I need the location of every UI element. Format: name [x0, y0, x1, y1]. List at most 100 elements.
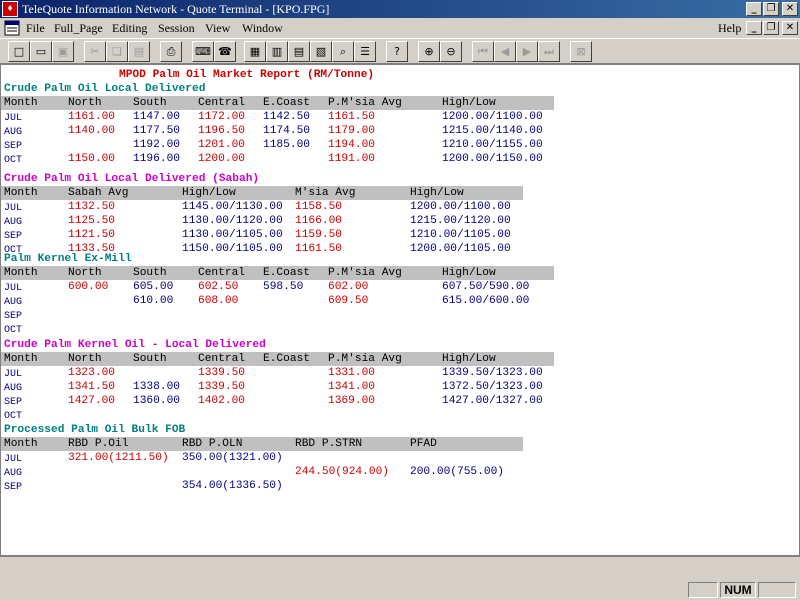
column-header: Month: [4, 97, 38, 109]
menu-full-page[interactable]: Full_Page: [54, 21, 103, 36]
section-title: Crude Palm Oil Local Delivered (Sabah): [4, 173, 260, 185]
row-month: AUG: [4, 468, 23, 479]
list-icon[interactable]: ☰: [354, 41, 376, 62]
table-cell: 1200.00: [198, 153, 245, 165]
section-title: Crude Palm Kernel Oil - Local Delivered: [4, 339, 266, 351]
table-cell: 1331.00: [328, 367, 375, 379]
next-page-icon[interactable]: ▶: [516, 41, 538, 62]
app-icon[interactable]: ♦: [2, 1, 18, 17]
table-cell: 602.00: [328, 281, 369, 293]
column-header: High/Low: [182, 187, 236, 199]
window-title: TeleQuote Information Network - Quote Te…: [22, 2, 330, 16]
column-header: North: [68, 353, 102, 365]
last-page-icon[interactable]: ⏭: [538, 41, 560, 62]
chart-icon[interactable]: ▥: [266, 41, 288, 62]
menu-file[interactable]: File: [26, 21, 45, 36]
column-header: High/Low: [410, 187, 464, 199]
table-cell: 1200.00/1150.00: [442, 153, 543, 165]
table-cell: 1177.50: [133, 125, 180, 137]
save-icon[interactable]: ▣: [52, 41, 74, 62]
mdi-close-button[interactable]: ✕: [782, 21, 798, 35]
row-month: JUL: [4, 283, 23, 294]
column-header: Central: [198, 267, 245, 279]
table-cell: 1140.00: [68, 125, 115, 137]
paste-icon[interactable]: ▤: [128, 41, 150, 62]
book-icon[interactable]: ▤: [288, 41, 310, 62]
status-panel: [0, 556, 800, 580]
table-cell: 1130.00/1105.00: [182, 229, 283, 241]
column-header: Month: [4, 353, 38, 365]
column-header: Month: [4, 187, 38, 199]
table-cell: 1339.50: [198, 381, 245, 393]
table-cell: 1166.00: [295, 215, 342, 227]
row-month: SEP: [4, 231, 23, 242]
table-cell: 1159.50: [295, 229, 342, 241]
help-icon[interactable]: ?: [386, 41, 408, 62]
menu-window[interactable]: Window: [242, 21, 283, 36]
table-cell: 1192.00: [133, 139, 180, 151]
search-icon[interactable]: ⌕: [332, 41, 354, 62]
table-cell: 200.00(755.00): [410, 466, 504, 478]
row-month: OCT: [4, 411, 23, 422]
print-icon[interactable]: ⎙: [160, 41, 182, 62]
column-header: RBD P.OLN: [182, 438, 243, 450]
table-cell: 1125.50: [68, 215, 115, 227]
table-cell: 1215.00/1140.00: [442, 125, 543, 137]
table-cell: 1196.00: [133, 153, 180, 165]
table-cell: 1360.00: [133, 395, 180, 407]
close-button[interactable]: ✕: [782, 2, 798, 16]
restore-button[interactable]: ❐: [763, 2, 779, 16]
table-cell: 615.00/600.00: [442, 295, 530, 307]
table-cell: 1339.50/1323.00: [442, 367, 543, 379]
table-cell: 1158.50: [295, 201, 342, 213]
live-icon[interactable]: ▧: [310, 41, 332, 62]
toolbar: □ ▭ ▣ ✂ ❏ ▤ ⎙ ⌨ ☎ ▦ ▥ ▤ ▧ ⌕ ☰ ? ⊕ ⊖ ⏮ ◀ …: [0, 38, 800, 64]
table-cell: 1201.00: [198, 139, 245, 151]
mdi-minimize-button[interactable]: _: [746, 21, 762, 35]
column-header: E.Coast: [263, 267, 310, 279]
table-cell: 1174.50: [263, 125, 310, 137]
open-folder-icon[interactable]: ▭: [30, 41, 52, 62]
zoom-out-icon[interactable]: ⊖: [440, 41, 462, 62]
column-header: E.Coast: [263, 353, 310, 365]
column-header: PFAD: [410, 438, 437, 450]
table-cell: 1427.00/1327.00: [442, 395, 543, 407]
table-cell: 321.00(1211.50): [68, 452, 169, 464]
row-month: JUL: [4, 203, 23, 214]
table-cell: 1369.00: [328, 395, 375, 407]
phone-icon[interactable]: ☎: [214, 41, 236, 62]
section-title: Processed Palm Oil Bulk FOB: [4, 424, 186, 436]
row-month: SEP: [4, 482, 23, 493]
menu-session[interactable]: Session: [158, 21, 195, 36]
close-page-icon[interactable]: ⊠: [570, 41, 592, 62]
table-cell: 1194.00: [328, 139, 375, 151]
column-header: RBD P.STRN: [295, 438, 363, 450]
document-icon[interactable]: [4, 20, 20, 36]
table-cell: 1200.00/1105.00: [410, 243, 511, 255]
table-cell: 1161.00: [68, 111, 115, 123]
report-area: MPOD Palm Oil Market Report (RM/Tonne) C…: [0, 64, 800, 556]
table-cell: 1402.00: [198, 395, 245, 407]
menu-editing[interactable]: Editing: [112, 21, 147, 36]
zoom-in-icon[interactable]: ⊕: [418, 41, 440, 62]
menu-view[interactable]: View: [205, 21, 230, 36]
keyboard-icon[interactable]: ⌨: [192, 41, 214, 62]
table-cell: 1191.00: [328, 153, 375, 165]
first-page-icon[interactable]: ⏮: [472, 41, 494, 62]
minimize-button[interactable]: _: [746, 2, 762, 16]
column-header: RBD P.Oil: [68, 438, 129, 450]
new-icon[interactable]: □: [8, 41, 30, 62]
previous-page-icon[interactable]: ◀: [494, 41, 516, 62]
column-header: North: [68, 97, 102, 109]
menu-help[interactable]: Help: [718, 21, 741, 36]
table-cell: 1341.00: [328, 381, 375, 393]
copy-icon[interactable]: ❏: [106, 41, 128, 62]
grid-icon[interactable]: ▦: [244, 41, 266, 62]
table-cell: 1210.00/1155.00: [442, 139, 543, 151]
cut-icon[interactable]: ✂: [84, 41, 106, 62]
table-cell: 1150.00: [68, 153, 115, 165]
table-cell: 1130.00/1120.00: [182, 215, 283, 227]
mdi-restore-button[interactable]: ❐: [763, 21, 779, 35]
column-header: P.M'sia Avg: [328, 267, 402, 279]
column-header: E.Coast: [263, 97, 310, 109]
